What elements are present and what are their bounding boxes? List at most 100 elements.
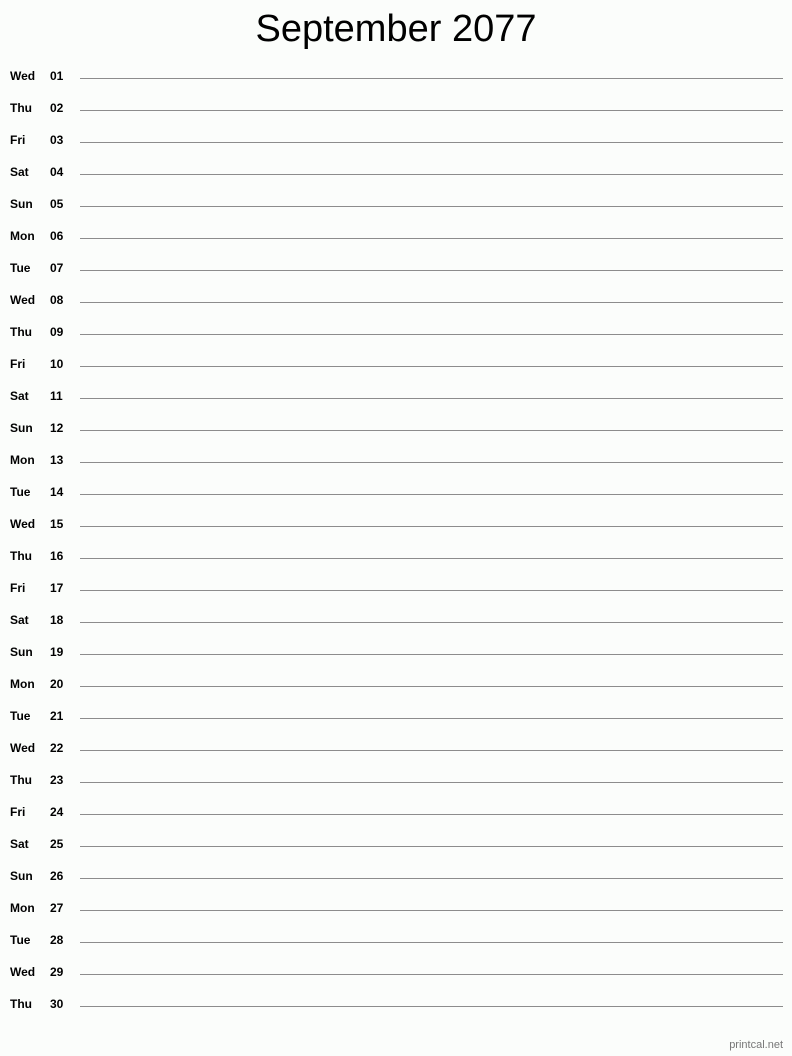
day-number: 03 bbox=[50, 133, 64, 147]
writing-line[interactable] bbox=[80, 1006, 783, 1007]
writing-line[interactable] bbox=[80, 366, 783, 367]
day-row: Sun 05 bbox=[0, 197, 792, 229]
writing-line[interactable] bbox=[80, 782, 783, 783]
day-row: Mon 20 bbox=[0, 677, 792, 709]
day-of-week: Thu bbox=[10, 549, 32, 563]
day-row: Tue 07 bbox=[0, 261, 792, 293]
day-row: Thu 16 bbox=[0, 549, 792, 581]
day-number: 14 bbox=[50, 485, 64, 499]
day-number: 02 bbox=[50, 101, 64, 115]
day-of-week: Wed bbox=[10, 517, 36, 531]
writing-line[interactable] bbox=[80, 974, 783, 975]
writing-line[interactable] bbox=[80, 110, 783, 111]
writing-line[interactable] bbox=[80, 910, 783, 911]
writing-line[interactable] bbox=[80, 878, 783, 879]
day-of-week: Tue bbox=[10, 261, 31, 275]
day-row: Sun 26 bbox=[0, 869, 792, 901]
day-number: 30 bbox=[50, 997, 64, 1011]
day-number: 27 bbox=[50, 901, 64, 915]
day-of-week: Fri bbox=[10, 581, 26, 595]
writing-line[interactable] bbox=[80, 686, 783, 687]
day-row: Wed 08 bbox=[0, 293, 792, 325]
day-row: Mon 13 bbox=[0, 453, 792, 485]
writing-line[interactable] bbox=[80, 78, 783, 79]
day-row: Wed 01 bbox=[0, 69, 792, 101]
writing-line[interactable] bbox=[80, 942, 783, 943]
day-number: 15 bbox=[50, 517, 64, 531]
writing-line[interactable] bbox=[80, 558, 783, 559]
day-number: 06 bbox=[50, 229, 64, 243]
writing-line[interactable] bbox=[80, 302, 783, 303]
writing-line[interactable] bbox=[80, 494, 783, 495]
writing-line[interactable] bbox=[80, 814, 783, 815]
day-of-week: Mon bbox=[10, 453, 35, 467]
day-number: 29 bbox=[50, 965, 64, 979]
writing-line[interactable] bbox=[80, 622, 783, 623]
day-of-week: Wed bbox=[10, 69, 36, 83]
page-title: September 2077 bbox=[255, 8, 537, 50]
writing-line[interactable] bbox=[80, 206, 783, 207]
day-number: 23 bbox=[50, 773, 64, 787]
day-of-week: Thu bbox=[10, 101, 32, 115]
day-row: Thu 02 bbox=[0, 101, 792, 133]
day-number: 16 bbox=[50, 549, 64, 563]
day-number: 09 bbox=[50, 325, 64, 339]
writing-line[interactable] bbox=[80, 590, 783, 591]
writing-line[interactable] bbox=[80, 654, 783, 655]
writing-line[interactable] bbox=[80, 750, 783, 751]
day-number: 04 bbox=[50, 165, 64, 179]
writing-line[interactable] bbox=[80, 174, 783, 175]
day-of-week: Wed bbox=[10, 293, 36, 307]
day-number: 24 bbox=[50, 805, 64, 819]
day-of-week: Thu bbox=[10, 997, 32, 1011]
writing-line[interactable] bbox=[80, 398, 783, 399]
day-of-week: Thu bbox=[10, 325, 32, 339]
day-number: 21 bbox=[50, 709, 64, 723]
day-of-week: Tue bbox=[10, 709, 31, 723]
day-row: Mon 06 bbox=[0, 229, 792, 261]
writing-line[interactable] bbox=[80, 334, 783, 335]
day-of-week: Tue bbox=[10, 485, 31, 499]
day-number: 08 bbox=[50, 293, 64, 307]
writing-line[interactable] bbox=[80, 430, 783, 431]
writing-line[interactable] bbox=[80, 846, 783, 847]
writing-line[interactable] bbox=[80, 526, 783, 527]
day-row: Thu 09 bbox=[0, 325, 792, 357]
writing-line[interactable] bbox=[80, 238, 783, 239]
day-row: Sat 18 bbox=[0, 613, 792, 645]
day-number: 10 bbox=[50, 357, 64, 371]
day-row: Sat 25 bbox=[0, 837, 792, 869]
day-number: 13 bbox=[50, 453, 64, 467]
writing-line[interactable] bbox=[80, 270, 783, 271]
day-row: Wed 22 bbox=[0, 741, 792, 773]
day-of-week: Sat bbox=[10, 389, 29, 403]
day-number: 20 bbox=[50, 677, 64, 691]
day-row: Fri 17 bbox=[0, 581, 792, 613]
day-of-week: Wed bbox=[10, 741, 36, 755]
day-row: Sun 19 bbox=[0, 645, 792, 677]
day-row: Wed 15 bbox=[0, 517, 792, 549]
day-number: 11 bbox=[50, 389, 63, 403]
writing-line[interactable] bbox=[80, 142, 783, 143]
writing-line[interactable] bbox=[80, 462, 783, 463]
day-of-week: Mon bbox=[10, 677, 35, 691]
writing-line[interactable] bbox=[80, 718, 783, 719]
day-of-week: Mon bbox=[10, 901, 35, 915]
day-number: 26 bbox=[50, 869, 64, 883]
day-of-week: Sat bbox=[10, 837, 29, 851]
day-row: Fri 03 bbox=[0, 133, 792, 165]
day-row: Fri 10 bbox=[0, 357, 792, 389]
footer-credit: printcal.net bbox=[729, 1039, 783, 1051]
day-row: Tue 14 bbox=[0, 485, 792, 517]
day-of-week: Fri bbox=[10, 357, 26, 371]
day-row: Thu 30 bbox=[0, 997, 792, 1029]
day-number: 28 bbox=[50, 933, 64, 947]
day-of-week: Fri bbox=[10, 133, 26, 147]
day-number: 12 bbox=[50, 421, 64, 435]
day-row: Tue 21 bbox=[0, 709, 792, 741]
day-row: Fri 24 bbox=[0, 805, 792, 837]
day-row: Wed 29 bbox=[0, 965, 792, 997]
day-row: Sun 12 bbox=[0, 421, 792, 453]
day-of-week: Tue bbox=[10, 933, 31, 947]
day-row: Tue 28 bbox=[0, 933, 792, 965]
